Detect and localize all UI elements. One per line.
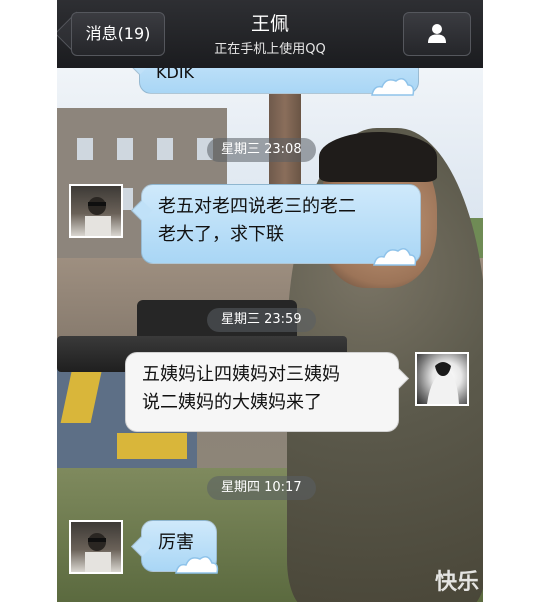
message-text-line: 说二姨妈的大姨妈来了 [142,392,322,413]
timestamp: 星期四 10:17 [207,476,316,500]
contact-avatar[interactable] [69,184,123,238]
chat-header: 消息(19) 王佩 正在手机上使用QQ [57,0,483,68]
qq-chat-screen: 消息(19) 王佩 正在手机上使用QQ KDIK 星期三 23:08 老五对老四… [57,0,483,602]
contact-avatar[interactable] [69,520,123,574]
message-bubble[interactable]: 厉害 [141,520,219,574]
message-bubble[interactable]: 老五对老四说老三的老二 老大了，求下联 [141,184,421,266]
message-text-line: 五姨妈让四姨妈对三姨妈 [142,364,340,385]
person-icon [428,24,446,43]
cloud-decoration-icon [371,78,415,96]
message-text-line: 老大了，求下联 [158,224,284,245]
site-watermark: 快乐 [434,570,479,595]
contact-profile-button[interactable] [403,12,471,56]
message-bubble[interactable]: 五姨妈让四姨妈对三姨妈 说二姨妈的大姨妈来了 [125,352,399,432]
cloud-decoration-icon [373,248,417,266]
my-avatar[interactable] [415,352,469,406]
message-text-line: 老五对老四说老三的老二 [158,196,356,217]
cloud-decoration-icon [175,556,219,574]
timestamp: 星期三 23:59 [207,308,316,332]
timestamp: 星期三 23:08 [207,138,316,162]
message-list[interactable]: KDIK 星期三 23:08 老五对老四说老三的老二 老大了，求下联 星期三 2… [57,38,483,602]
